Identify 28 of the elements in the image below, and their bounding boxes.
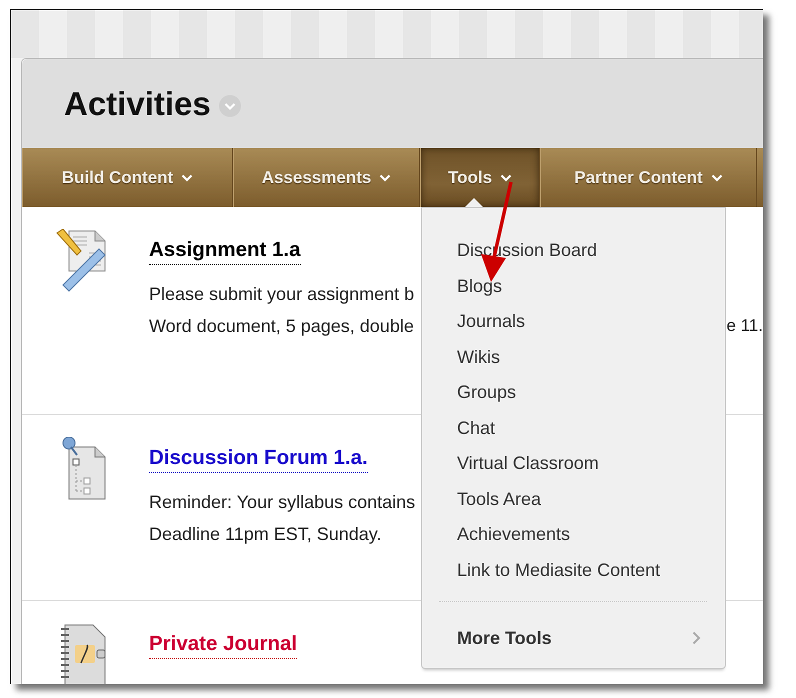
chevron-right-icon <box>692 630 701 645</box>
document-pencil-icon <box>55 229 107 293</box>
item-description: Please submit your assignment b <box>149 284 414 305</box>
menu-item[interactable]: Achievements <box>457 522 570 558</box>
item-description: Reminder: Your syllabus contains <box>149 492 416 513</box>
menu-item[interactable]: Virtual Classroom <box>457 451 599 486</box>
menu-item[interactable]: Link to Mediasite Content <box>457 558 660 593</box>
menu-item[interactable]: Blogs <box>457 274 502 309</box>
item-description: Word document, 5 pages, double <box>149 316 414 337</box>
menu-item[interactable]: Journals <box>457 309 526 344</box>
item-title-link[interactable]: Private Journal <box>149 632 298 659</box>
chevron-down-icon <box>500 174 512 182</box>
nav-tab[interactable]: Tools <box>420 148 540 207</box>
page-title: Activities <box>64 84 211 122</box>
item-title-link[interactable]: Discussion Forum 1.a. <box>149 446 368 473</box>
menu-item[interactable]: Groups <box>457 380 516 416</box>
chevron-down-icon <box>710 174 723 182</box>
item-description: Deadline 11pm EST, Sunday. <box>149 524 382 545</box>
menu-item[interactable]: Wikis <box>457 344 500 380</box>
chevron-down-icon[interactable] <box>218 94 241 116</box>
chevron-down-icon <box>379 174 392 182</box>
more-tools-item[interactable]: More Tools <box>457 620 701 656</box>
nav-tab[interactable]: Build Content <box>22 148 233 207</box>
chevron-down-icon <box>181 174 194 182</box>
menu-item[interactable]: Chat <box>457 416 496 451</box>
item-title-link[interactable]: Assignment 1.a <box>149 238 301 265</box>
item-description: e 11. <box>726 316 763 337</box>
menu-item[interactable]: Tools Area <box>457 486 542 522</box>
